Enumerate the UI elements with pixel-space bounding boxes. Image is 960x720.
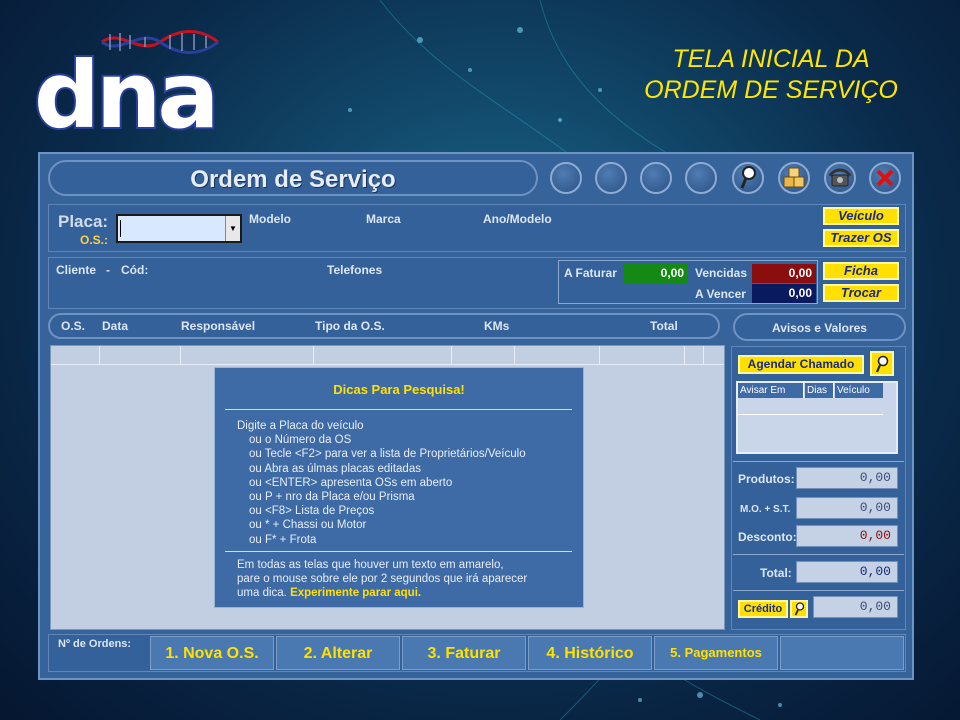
avisos-col-avisar[interactable]: Avisar Em bbox=[738, 383, 804, 398]
parts-button[interactable] bbox=[778, 162, 810, 194]
placa-input[interactable]: ▼ bbox=[116, 214, 242, 243]
avisos-header: Avisos e Valores bbox=[733, 313, 906, 341]
avisos-col-dias[interactable]: Dias bbox=[805, 383, 834, 398]
veiculo-button[interactable]: Veículo bbox=[823, 207, 899, 225]
dna-logo: dna bbox=[32, 26, 224, 144]
modelo-label: Modelo bbox=[249, 212, 291, 226]
ficha-button[interactable]: Ficha bbox=[823, 262, 899, 280]
title-bar: Ordem de Serviço bbox=[48, 160, 538, 196]
empty-slot-button-3[interactable] bbox=[640, 162, 672, 194]
agendar-search-button[interactable] bbox=[870, 351, 894, 376]
cliente-separator: - bbox=[106, 263, 110, 277]
mo-st-label: M.O. + S.T. bbox=[740, 504, 791, 515]
tip-line: ou Tecle <F2> para ver a lista de Propri… bbox=[249, 448, 526, 461]
search-button[interactable] bbox=[732, 162, 764, 194]
search-icon bbox=[875, 355, 889, 373]
agendar-chamado-button[interactable]: Agendar Chamado bbox=[738, 355, 864, 374]
a-faturar-value: 0,00 bbox=[624, 264, 688, 283]
produtos-label: Produtos: bbox=[738, 472, 795, 486]
a-vencer-label: A Vencer bbox=[695, 287, 746, 301]
placa-label: Placa: bbox=[58, 212, 109, 231]
marca-label: Marca bbox=[366, 212, 401, 226]
headline-line-1: TELA INICIAL DA bbox=[672, 45, 870, 73]
col-os[interactable]: O.S. bbox=[61, 319, 85, 333]
faturar-button[interactable]: 3. Faturar bbox=[402, 636, 526, 670]
table-row[interactable] bbox=[51, 346, 724, 365]
trazer-os-button[interactable]: Trazer OS bbox=[823, 229, 899, 247]
valores-label: Valores bbox=[824, 321, 867, 335]
col-total[interactable]: Total bbox=[650, 319, 678, 333]
close-button[interactable] bbox=[869, 162, 901, 194]
tip-line: Digite a Placa do veículo bbox=[237, 420, 364, 432]
page-headline: TELA INICIAL DA ORDEM DE SERVIÇO bbox=[598, 44, 944, 106]
a-faturar-label: A Faturar bbox=[564, 266, 617, 280]
tips-box: Dicas Para Pesquisa! Digite a Placa do v… bbox=[214, 367, 584, 608]
alterar-button[interactable]: 2. Alterar bbox=[276, 636, 400, 670]
col-tipo[interactable]: Tipo da O.S. bbox=[315, 319, 385, 333]
col-responsavel[interactable]: Responsável bbox=[181, 319, 255, 333]
credito-button[interactable]: Crédito bbox=[738, 600, 788, 618]
telefones-label: Telefones bbox=[327, 263, 383, 277]
ordens-count-label: Nº de Ordens: bbox=[58, 638, 132, 650]
historico-button[interactable]: 4. Histórico bbox=[528, 636, 652, 670]
tip-footer-line: uma dica. bbox=[237, 587, 287, 600]
vencidas-label: Vencidas bbox=[695, 266, 748, 280]
table-row[interactable] bbox=[738, 398, 883, 415]
dropdown-arrow-icon[interactable]: ▼ bbox=[225, 216, 240, 241]
empty-nav-slot[interactable] bbox=[780, 636, 904, 670]
phone-icon bbox=[828, 168, 852, 187]
tip-hover-hint[interactable]: Experimente parar aqui. bbox=[290, 587, 421, 599]
pagamentos-button[interactable]: 5. Pagamentos bbox=[654, 636, 778, 670]
os-label: O.S.: bbox=[80, 233, 109, 247]
empty-slot-button-2[interactable] bbox=[595, 162, 627, 194]
avisos-and: e bbox=[814, 321, 821, 335]
produtos-value: 0,00 bbox=[796, 467, 898, 489]
tip-line: ou F* + Frota bbox=[249, 533, 317, 546]
window-title: Ordem de Serviço bbox=[190, 166, 396, 193]
empty-slot-button-1[interactable] bbox=[550, 162, 582, 194]
tip-line: ou P + nro da Placa e/ou Prisma bbox=[249, 491, 415, 504]
desconto-value[interactable]: 0,00 bbox=[796, 525, 898, 547]
cliente-label: Cliente bbox=[56, 263, 97, 277]
text-caret bbox=[120, 220, 121, 237]
total-label: Total: bbox=[760, 566, 792, 580]
logo-text: dna bbox=[32, 42, 221, 149]
vencidas-value: 0,00 bbox=[752, 264, 816, 283]
close-icon bbox=[876, 169, 894, 187]
credito-value: 0,00 bbox=[813, 596, 898, 618]
tip-line: ou o Número da OS bbox=[249, 434, 352, 447]
desconto-label: Desconto: bbox=[738, 530, 797, 544]
tips-list: Digite a Placa do veículo ou o Número da… bbox=[237, 419, 526, 547]
tips-footer: Em todas as telas que houver um texto em… bbox=[237, 558, 527, 601]
tip-footer-line: pare o mouse sobre ele por 2 segundos qu… bbox=[237, 573, 528, 586]
tips-title: Dicas Para Pesquisa! bbox=[333, 382, 465, 397]
col-data[interactable]: Data bbox=[102, 319, 128, 333]
empty-slot-button-4[interactable] bbox=[685, 162, 717, 194]
ano-modelo-label: Ano/Modelo bbox=[483, 212, 552, 226]
total-value: 0,00 bbox=[796, 561, 898, 583]
boxes-icon bbox=[783, 167, 805, 188]
tip-footer-line: Em todas as telas que houver um texto em… bbox=[237, 559, 504, 571]
avisos-label: Avisos bbox=[772, 321, 811, 335]
tip-line: ou <ENTER> apresenta OSs em aberto bbox=[249, 476, 453, 489]
headline-line-2: ORDEM DE SERVIÇO bbox=[644, 76, 898, 104]
a-vencer-value: 0,00 bbox=[752, 284, 816, 303]
phone-button[interactable] bbox=[824, 162, 856, 194]
mo-st-value: 0,00 bbox=[796, 497, 898, 519]
tip-line: ou Abra as úlmas placas editadas bbox=[249, 462, 421, 475]
avisos-col-veiculo[interactable]: Veículo bbox=[835, 383, 883, 398]
credito-search-button[interactable] bbox=[790, 600, 808, 618]
cod-label: Cód: bbox=[121, 263, 149, 277]
search-icon bbox=[794, 602, 805, 616]
nova-os-button[interactable]: 1. Nova O.S. bbox=[150, 636, 274, 670]
tip-line: ou <F8> Lista de Preços bbox=[249, 505, 375, 518]
tip-line: ou * + Chassi ou Motor bbox=[249, 519, 367, 532]
col-kms[interactable]: KMs bbox=[484, 319, 509, 333]
trocar-button[interactable]: Trocar bbox=[823, 284, 899, 302]
search-icon bbox=[740, 166, 756, 189]
avisos-table[interactable]: Avisar Em Dias Veículo bbox=[736, 381, 898, 454]
